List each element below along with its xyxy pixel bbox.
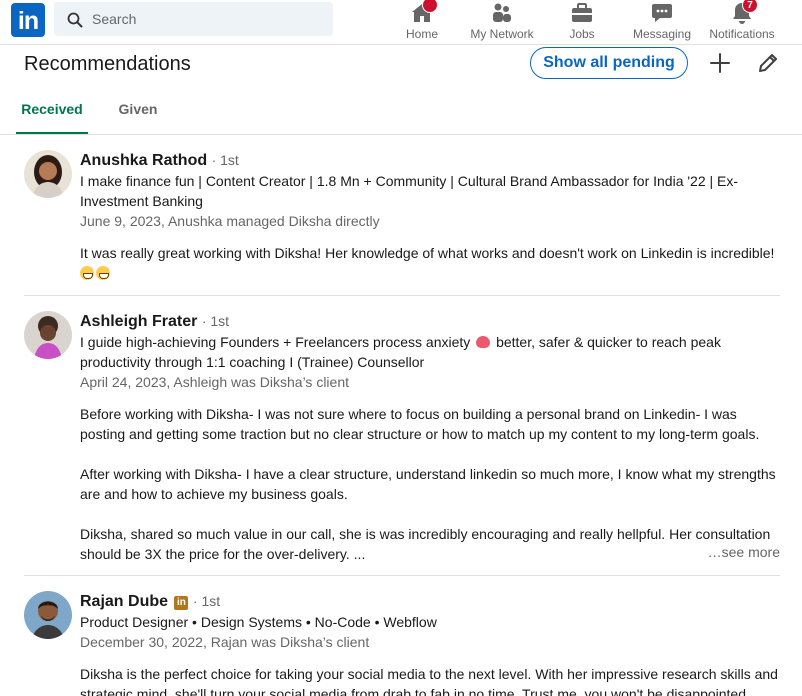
bell-icon: 7: [730, 0, 758, 25]
recommendation-paragraph: Diksha, shared so much value in our call…: [80, 526, 771, 562]
recommender-headline: I guide high-achieving Founders + Freela…: [80, 332, 780, 372]
grinning-emoji-icon: [96, 266, 110, 280]
tab-given[interactable]: Given: [104, 88, 172, 134]
search-icon: [67, 12, 83, 28]
network-icon: [490, 1, 514, 25]
name-line: Rajan Dube in · 1st: [80, 591, 780, 612]
name-line: Ashleigh Frater · 1st: [80, 311, 780, 332]
recommendation-meta: June 9, 2023, Anushka managed Diksha dir…: [80, 213, 380, 229]
linkedin-logo[interactable]: in: [11, 3, 45, 37]
nav-label: Notifications: [709, 27, 775, 41]
nav-item-jobs[interactable]: Jobs: [563, 0, 601, 45]
nav-label: Messaging: [632, 27, 692, 41]
name-line: Anushka Rathod · 1st: [80, 150, 780, 171]
recommender-name[interactable]: Rajan Dube: [80, 593, 168, 610]
recommendation-body: Ashleigh Frater · 1st I guide high-achie…: [80, 311, 780, 564]
nav-label: Home: [405, 27, 438, 41]
page-title: Recommendations: [24, 53, 191, 75]
divider: [24, 575, 780, 576]
grinning-emoji-icon: [80, 266, 94, 280]
recommendation-paragraph: Before working with Diksha- I was not su…: [80, 406, 760, 442]
divider: [24, 295, 780, 296]
nav-item-home[interactable]: Home: [401, 0, 443, 45]
brain-emoji-icon: [476, 336, 491, 348]
recommendation-paragraph: After working with Diksha- I have a clea…: [80, 466, 776, 502]
recommendation-text: It was really great working with Diksha!…: [80, 243, 780, 283]
recommendation-text: Diksha is the perfect choice for taking …: [80, 664, 780, 696]
linkedin-premium-badge-icon: in: [174, 596, 189, 610]
add-icon[interactable]: [708, 51, 732, 75]
recommendation-body: Anushka Rathod · 1st I make finance fun …: [80, 150, 780, 283]
recommendation-paragraph: It was really great working with Diksha!…: [80, 245, 775, 261]
see-more-link[interactable]: …see more: [703, 544, 780, 560]
search-bar[interactable]: [54, 2, 333, 36]
tab-received[interactable]: Received: [16, 88, 88, 134]
recommendation-meta: April 24, 2023, Ashleigh was Diksha’s cl…: [80, 374, 350, 390]
recommender-headline: I make finance fun | Content Creator | 1…: [80, 173, 739, 209]
recommendation-item: Rajan Dube in · 1st Product Designer • D…: [24, 591, 780, 696]
search-input[interactable]: [92, 2, 322, 36]
top-nav: in Home My Network: [0, 0, 802, 45]
home-icon: [410, 0, 438, 25]
headline-part: I guide high-achieving Founders + Freela…: [80, 334, 471, 350]
recommendation-paragraph: Diksha is the perfect choice for taking …: [80, 666, 778, 696]
recommender-name[interactable]: Ashleigh Frater: [80, 313, 197, 330]
briefcase-icon: [570, 1, 594, 25]
recommender-name[interactable]: Anushka Rathod: [80, 152, 207, 169]
recommendation-tabs: Received Given: [0, 88, 802, 135]
connection-degree: · 1st: [201, 313, 230, 329]
nav-label: My Network: [470, 27, 534, 41]
nav-item-messaging[interactable]: Messaging: [631, 0, 693, 45]
edit-pencil-icon[interactable]: [756, 51, 780, 75]
recommendation-item: Ashleigh Frater · 1st I guide high-achie…: [24, 311, 780, 565]
avatar[interactable]: [24, 591, 72, 639]
connection-degree: · 1st: [192, 593, 221, 609]
nav-item-my-network[interactable]: My Network: [466, 0, 538, 45]
home-notification-dot: [422, 0, 438, 13]
nav-label: Jobs: [569, 27, 595, 41]
notification-count-badge: 7: [742, 0, 758, 13]
recommender-headline: Product Designer • Design Systems • No-C…: [80, 614, 437, 630]
messaging-icon: [650, 1, 674, 25]
avatar[interactable]: [24, 311, 72, 359]
nav-item-notifications[interactable]: 7 Notifications: [706, 0, 778, 45]
connection-degree: · 1st: [211, 152, 239, 168]
avatar[interactable]: [24, 150, 72, 198]
recommendation-item: Anushka Rathod · 1st I make finance fun …: [24, 150, 780, 288]
recommendation-meta: December 30, 2022, Rajan was Diksha’s cl…: [80, 634, 370, 650]
recommendation-text: Before working with Diksha- I was not su…: [80, 404, 780, 564]
recommendation-body: Rajan Dube in · 1st Product Designer • D…: [80, 591, 780, 696]
show-all-pending-button[interactable]: Show all pending: [530, 47, 688, 79]
